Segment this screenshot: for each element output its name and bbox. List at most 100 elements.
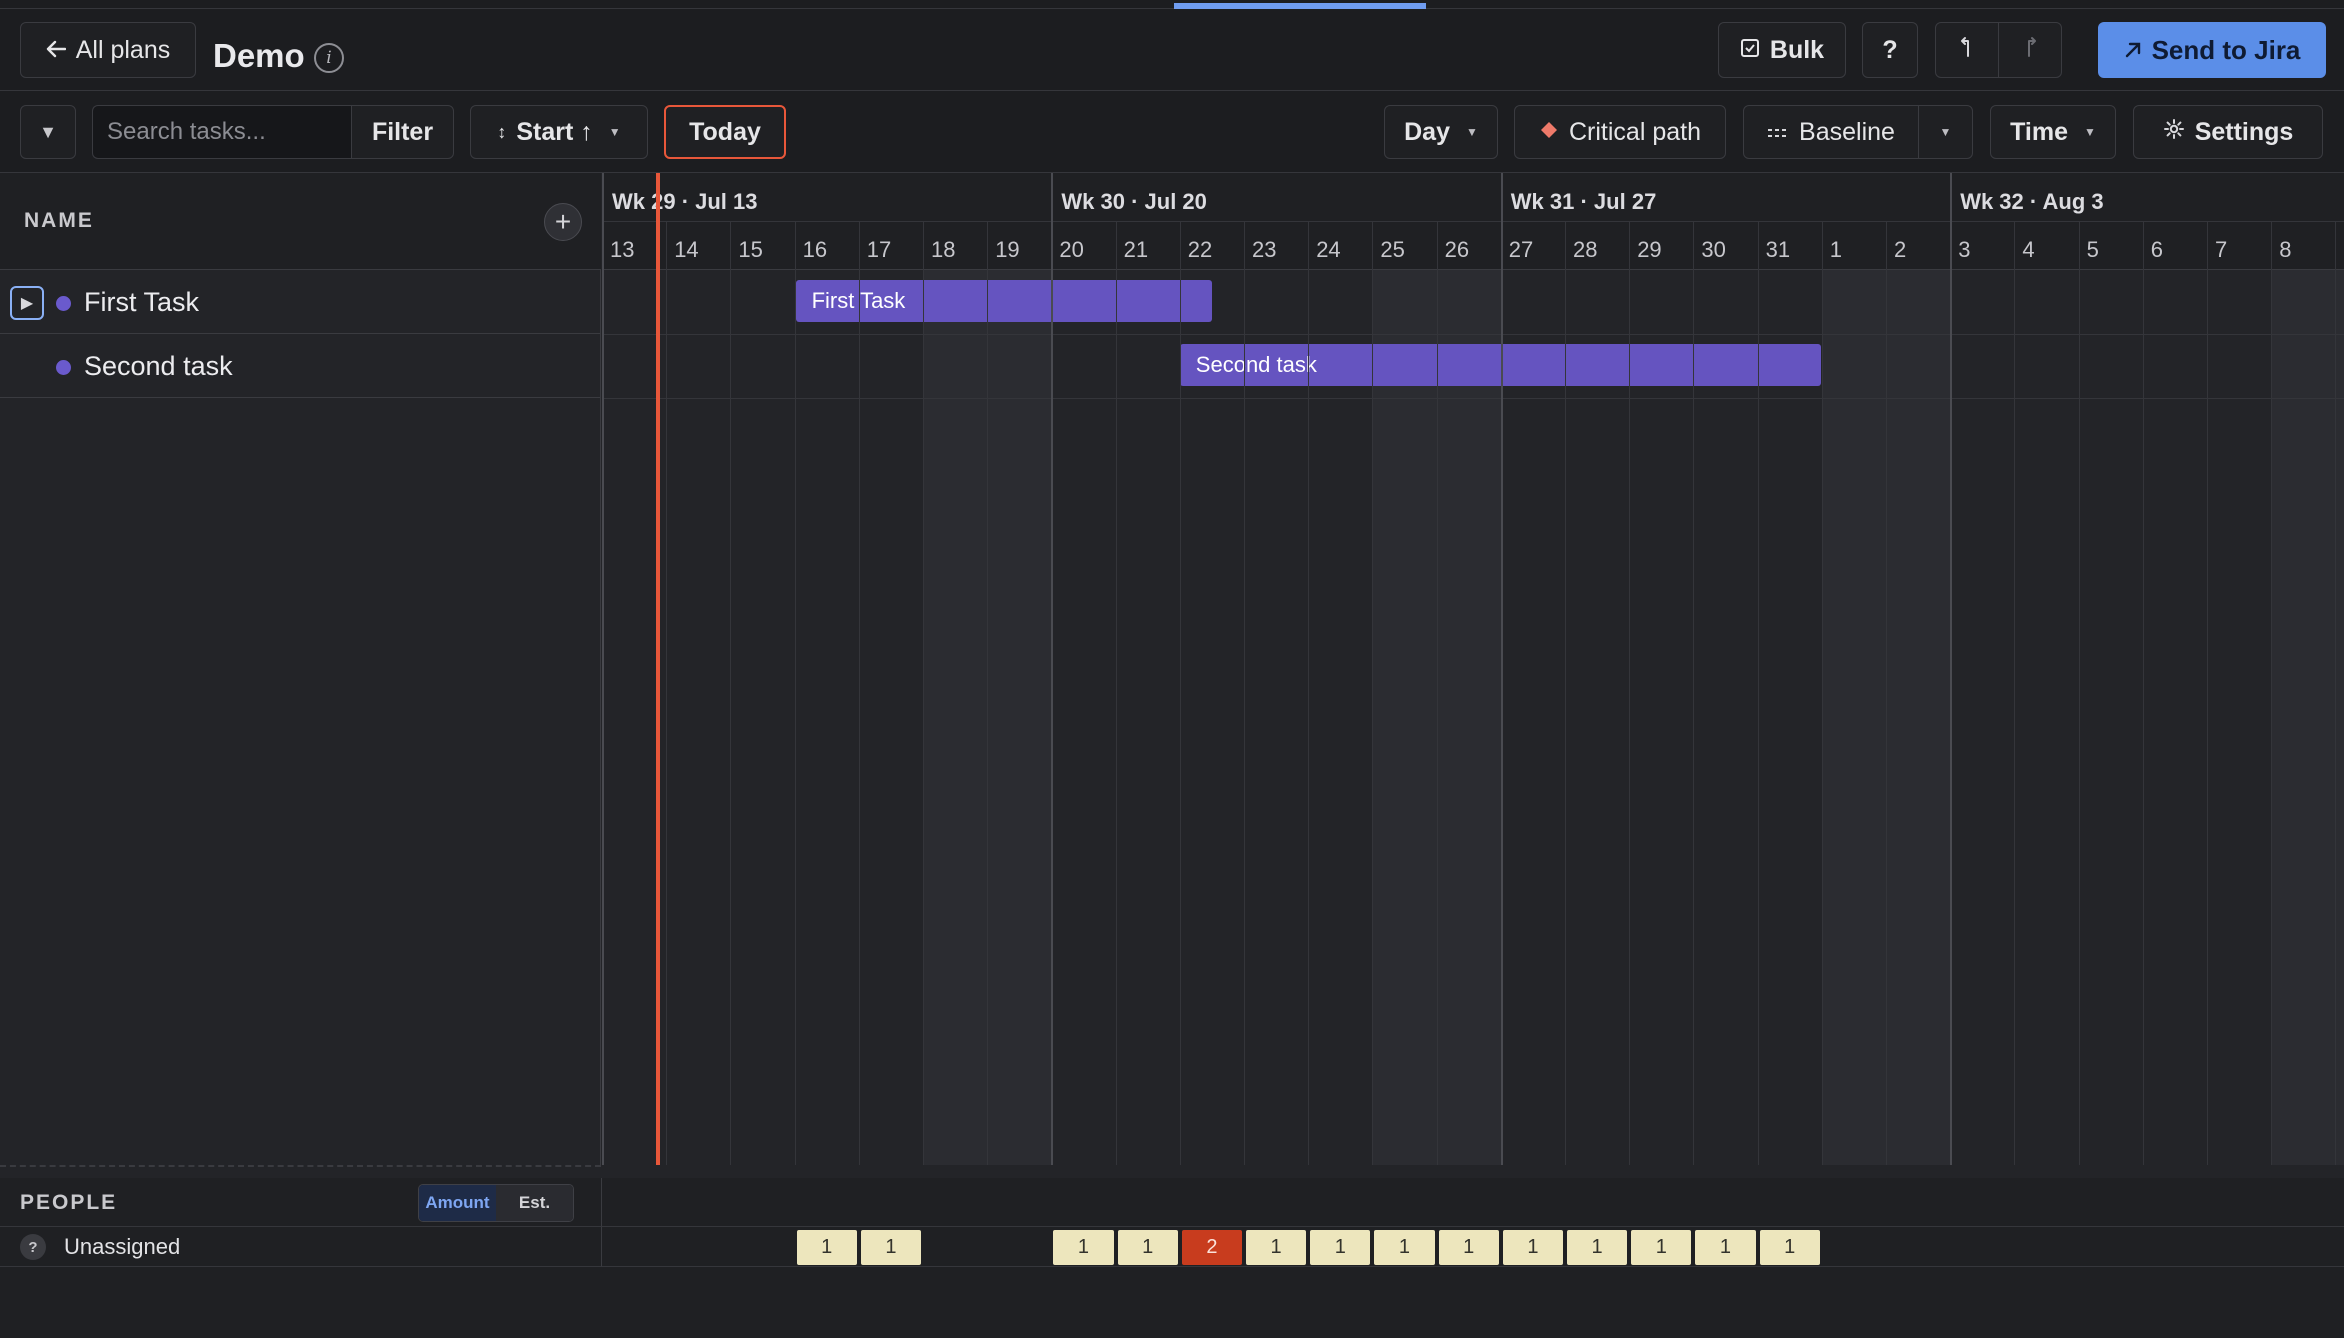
- person-row-unassigned[interactable]: ? Unassigned: [0, 1227, 602, 1267]
- help-label: ?: [1882, 35, 1898, 64]
- day-label: 24: [1316, 237, 1341, 262]
- sort-button[interactable]: ↕ Start ↑ ▼: [470, 105, 648, 159]
- row-divider: [602, 398, 2344, 399]
- row-divider: [602, 334, 2344, 335]
- sort-arrows-icon: ↕: [497, 121, 507, 142]
- panel-divider: [0, 1165, 601, 1167]
- day-label: 21: [1123, 237, 1149, 262]
- expand-row-icon[interactable]: ▶: [10, 286, 44, 320]
- task-name[interactable]: Second task: [84, 351, 233, 382]
- workload-cell[interactable]: 1: [1310, 1230, 1371, 1265]
- day-label: 26: [1444, 237, 1470, 262]
- week-label: Wk 30 · Jul 20: [1061, 189, 1207, 214]
- workload-cell[interactable]: 1: [1567, 1230, 1628, 1265]
- estimate-toggle-button[interactable]: Est.: [496, 1185, 573, 1221]
- day-gridline: [730, 221, 732, 1165]
- day-gridline: [1693, 221, 1695, 1165]
- day-label: 22: [1187, 237, 1213, 262]
- amount-toggle-button[interactable]: Amount: [419, 1185, 496, 1221]
- workload-cell[interactable]: 1: [1117, 1230, 1178, 1265]
- workload-cell[interactable]: 1: [1695, 1230, 1756, 1265]
- workload-cell[interactable]: 1: [860, 1230, 921, 1265]
- day-gridline: [1821, 221, 1823, 1165]
- day-label: 13: [610, 237, 635, 262]
- settings-button[interactable]: Settings: [2133, 105, 2323, 159]
- zoom-select[interactable]: Day ▼: [1384, 105, 1498, 159]
- day-label: 8: [2279, 237, 2292, 262]
- day-label: 16: [802, 237, 828, 262]
- day-gridline: [2335, 221, 2337, 1165]
- day-label: 3: [1958, 237, 1971, 262]
- day-label: 7: [2215, 237, 2228, 262]
- weekend-column: [1821, 270, 1886, 1165]
- task-row-first[interactable]: ▶ First Task: [0, 270, 601, 334]
- caret-down-icon: ▼: [2084, 125, 2096, 139]
- day-gridline: [1629, 221, 1631, 1165]
- workload-cell[interactable]: 1: [1053, 1230, 1114, 1265]
- bulk-button[interactable]: Bulk: [1718, 22, 1846, 78]
- week-gridline: [1051, 173, 1054, 1165]
- zoom-label: Day: [1404, 117, 1450, 146]
- day-label: 20: [1059, 237, 1084, 262]
- people-header: PEOPLE Amount Est.: [0, 1178, 602, 1227]
- today-label: Today: [689, 117, 761, 146]
- baseline-toggle[interactable]: Baseline: [1743, 105, 1919, 159]
- gantt-timeline: 13 14 15 16 17 18 19 20 21 22 23 24 25 26 27 28 29 30 31 1 2…: [602, 173, 2344, 1165]
- workload-cell[interactable]: 1: [1246, 1230, 1307, 1265]
- time-select[interactable]: Time ▼: [1990, 105, 2116, 159]
- week-label: Wk 32 · Aug 3: [1960, 189, 2104, 214]
- time-label: Time: [2010, 117, 2068, 146]
- day-gridline: [2207, 221, 2208, 1165]
- day-gridline: [1757, 221, 1759, 1165]
- task-color-dot: [56, 296, 71, 311]
- workload-cell[interactable]: 1: [1759, 1230, 1820, 1265]
- day-label: 6: [2150, 237, 2164, 262]
- redo-button[interactable]: [1998, 22, 2062, 78]
- today-button[interactable]: Today: [664, 105, 786, 159]
- baseline-dropdown-button[interactable]: ▼: [1918, 105, 1973, 159]
- gear-icon: [2163, 118, 2185, 147]
- add-task-button[interactable]: +: [544, 203, 582, 241]
- people-label: PEOPLE: [20, 1191, 118, 1214]
- search-input[interactable]: [92, 105, 352, 159]
- day-gridline: [1244, 221, 1245, 1165]
- workload-cell[interactable]: 1: [1438, 1230, 1499, 1265]
- workload-cell[interactable]: 1: [1631, 1230, 1692, 1265]
- weekend-column: [1372, 270, 1437, 1165]
- day-gridline: [1565, 221, 1566, 1165]
- help-button[interactable]: ?: [1862, 22, 1918, 78]
- back-to-plans-button[interactable]: All plans: [20, 22, 196, 78]
- filter-button[interactable]: Filter: [351, 105, 454, 159]
- today-marker: [656, 173, 660, 1165]
- caret-down-icon: ▼: [1465, 125, 1478, 139]
- day-gridline: [794, 221, 796, 1165]
- task-row-second[interactable]: Second task: [0, 334, 601, 398]
- settings-label: Settings: [2194, 117, 2294, 146]
- arrow-up-right-icon: [2124, 35, 2142, 66]
- people-section: PEOPLE Amount Est. ? Unassigned 11112111…: [0, 1178, 2344, 1338]
- info-icon[interactable]: i: [314, 43, 344, 73]
- day-gridline: [2078, 221, 2080, 1165]
- day-gridline: [1372, 221, 1374, 1165]
- workload-cell[interactable]: 1: [796, 1230, 857, 1265]
- back-to-plans-label: All plans: [75, 35, 171, 64]
- weekend-column: [2335, 270, 2344, 1165]
- name-column-label: NAME: [24, 209, 94, 232]
- critical-path-toggle[interactable]: Critical path: [1514, 105, 1726, 159]
- workload-cell[interactable]: 1: [1374, 1230, 1435, 1265]
- diamond-icon: [1539, 118, 1559, 147]
- undo-button[interactable]: [1935, 22, 1999, 78]
- send-to-jira-button[interactable]: Send to Jira: [2098, 22, 2326, 78]
- workload-cell[interactable]: 1: [1502, 1230, 1563, 1265]
- name-column-header: NAME +: [0, 173, 601, 270]
- day-gridline: [2014, 221, 2016, 1165]
- day-label: 28: [1573, 237, 1598, 262]
- day-gridline: [923, 221, 924, 1165]
- day-label: 29: [1637, 237, 1662, 262]
- collapse-all-button[interactable]: ▼: [20, 105, 76, 159]
- day-gridline: [666, 221, 668, 1165]
- task-name[interactable]: First Task: [84, 287, 199, 318]
- workload-cell[interactable]: 2: [1181, 1230, 1242, 1265]
- day-label: 27: [1508, 237, 1534, 262]
- triangle-down-icon: ▼: [39, 121, 57, 142]
